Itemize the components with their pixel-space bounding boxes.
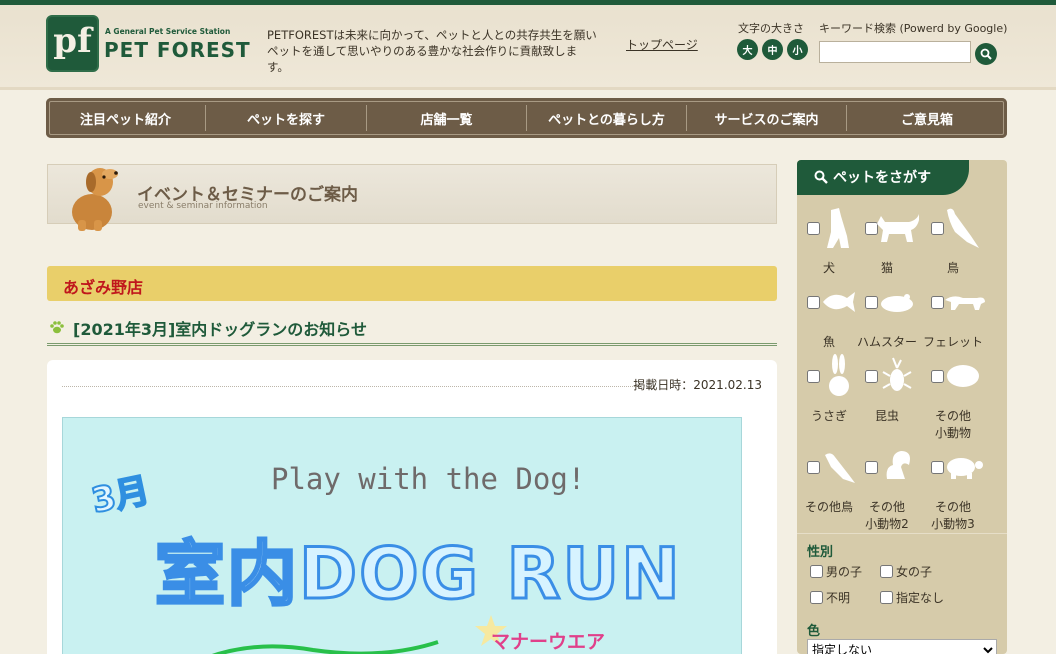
pet-option-rabbit: うさぎ bbox=[797, 350, 861, 430]
dotted-divider bbox=[62, 386, 637, 387]
pet-option-insect: 昆虫 bbox=[855, 350, 919, 430]
ferret-icon bbox=[945, 296, 985, 310]
sidebar-header: ペットをさがす bbox=[797, 160, 969, 195]
flyer-manner-text: マナーウエア bbox=[491, 631, 606, 653]
site-logo[interactable]: pf A General Pet Service Station PET FOR… bbox=[46, 15, 250, 72]
flyer-play-text: Play with the Dog! bbox=[271, 462, 586, 496]
gender-option-unknown[interactable]: 不明 bbox=[810, 589, 850, 606]
fish-icon bbox=[823, 292, 855, 312]
nav-find-pets[interactable]: ペットを探す bbox=[206, 105, 367, 131]
gender-label-male: 男の子 bbox=[826, 565, 863, 579]
pet-option-cat: 猫 bbox=[855, 202, 919, 282]
gender-checkbox-any[interactable] bbox=[880, 591, 893, 604]
dog-illustration bbox=[72, 168, 118, 231]
pet-option-fish: 魚 bbox=[797, 276, 861, 356]
gender-option-any[interactable]: 指定なし bbox=[880, 589, 944, 606]
small-animal-icon bbox=[947, 365, 979, 387]
turtle-icon bbox=[947, 458, 983, 479]
flyer-month: 3月 bbox=[87, 469, 154, 522]
gender-option-female[interactable]: 女の子 bbox=[880, 563, 932, 580]
global-nav: 注目ペット紹介 ペットを探す 店舗一覧 ペットとの暮らし方 サービスのご案内 ご… bbox=[46, 98, 1007, 138]
pet-search-sidebar: ペットをさがす 犬 猫 鳥 魚 ハムスター フェレット うさぎ 昆虫 その他 小… bbox=[797, 160, 1007, 654]
pet-option-other-bird: その他鳥 bbox=[797, 441, 861, 521]
cat-icon bbox=[877, 214, 919, 242]
pet-option-small-animal-2: その他 小動物2 bbox=[855, 441, 919, 531]
pet-label-small-animal-2: その他 小動物2 bbox=[865, 500, 909, 531]
top-page-link[interactable]: トップページ bbox=[626, 36, 698, 53]
pet-option-ferret: フェレット bbox=[921, 276, 985, 356]
pet-label-other-bird: その他鳥 bbox=[804, 500, 853, 514]
bird-icon bbox=[947, 208, 979, 248]
pet-option-hamster: ハムスター bbox=[855, 276, 919, 356]
nav-store-list[interactable]: 店舗一覧 bbox=[367, 105, 527, 131]
gender-label-any: 指定なし bbox=[896, 591, 945, 605]
pet-label-ferret: フェレット bbox=[922, 335, 983, 349]
dog-icon bbox=[827, 208, 849, 248]
sidebar-title: ペットをさがす bbox=[833, 170, 931, 186]
keyword-search-label: キーワード検索 (Powerd by Google) bbox=[819, 22, 1008, 35]
pet-label-small-animal: その他 小動物 bbox=[934, 409, 971, 440]
event-banner: イベント＆セミナーのご案内 event & seminar informatio… bbox=[47, 164, 777, 231]
pet-label-insect: 昆虫 bbox=[874, 409, 899, 423]
search-icon bbox=[980, 48, 992, 60]
store-name: あざみ野店 bbox=[63, 278, 144, 297]
gender-label-unknown: 不明 bbox=[826, 591, 851, 605]
color-select[interactable]: 指定しない bbox=[807, 639, 997, 654]
pet-option-dog: 犬 bbox=[797, 202, 861, 282]
logo-name: PET FOREST bbox=[104, 38, 251, 62]
site-tagline: PETFORESTは未来に向かって、ペットと人との共存共生を願いペットを通して思… bbox=[267, 28, 597, 74]
color-title: 色 bbox=[807, 624, 821, 639]
paw-icon bbox=[50, 321, 64, 334]
flyer-main-title: 室内DOG RUN bbox=[154, 532, 682, 617]
site-header: pf A General Pet Service Station PET FOR… bbox=[0, 5, 1056, 90]
gender-section: 性別 男の子 女の子 不明 指定なし bbox=[797, 533, 1007, 617]
font-size-medium-button[interactable]: 中 bbox=[762, 39, 783, 60]
banner-subtitle: event & seminar information bbox=[138, 201, 268, 211]
beetle-icon bbox=[882, 357, 912, 391]
logo-mark: pf bbox=[46, 15, 99, 72]
pet-label-dog: 犬 bbox=[822, 261, 835, 275]
keyword-search-input[interactable] bbox=[819, 41, 971, 63]
logo-tagline: A General Pet Service Station bbox=[105, 27, 231, 36]
font-size-small-button[interactable]: 小 bbox=[787, 39, 808, 60]
post-title: [2021年3月]室内ドッグランのお知らせ bbox=[73, 320, 367, 339]
pet-option-small-animal-3: その他 小動物3 bbox=[921, 441, 985, 531]
font-size-large-button[interactable]: 大 bbox=[737, 39, 758, 60]
gender-checkbox-unknown[interactable] bbox=[810, 591, 823, 604]
magnifier-icon bbox=[814, 170, 828, 184]
nav-living-with-pets[interactable]: ペットとの暮らし方 bbox=[527, 105, 687, 131]
pet-label-rabbit: うさぎ bbox=[810, 409, 847, 423]
font-size-buttons: 大 中 小 bbox=[737, 39, 808, 60]
post-heading: [2021年3月]室内ドッグランのお知らせ bbox=[47, 316, 777, 346]
pet-label-small-animal-3: その他 小動物3 bbox=[931, 500, 975, 531]
pet-option-bird: 鳥 bbox=[921, 202, 985, 282]
gender-option-male[interactable]: 男の子 bbox=[810, 563, 862, 580]
other-bird-icon bbox=[825, 453, 855, 483]
hamster-icon bbox=[881, 294, 913, 312]
flyer-decoration bbox=[211, 640, 439, 654]
event-flyer-image: Play with the Dog! 3月 室内DOG RUN マナーウエア bbox=[62, 417, 742, 654]
gender-checkbox-male[interactable] bbox=[810, 565, 823, 578]
rabbit-icon bbox=[829, 354, 849, 396]
post-date: 掲載日時：2021.02.13 bbox=[633, 378, 762, 392]
squirrel-icon bbox=[886, 451, 910, 479]
pet-label-fish: 魚 bbox=[822, 335, 835, 349]
nav-featured-pets[interactable]: 注目ペット紹介 bbox=[46, 105, 206, 131]
gender-title: 性別 bbox=[807, 545, 834, 560]
font-size-label: 文字の大きさ bbox=[738, 22, 804, 35]
pet-label-bird: 鳥 bbox=[946, 261, 959, 275]
search-button[interactable] bbox=[975, 43, 997, 65]
nav-feedback[interactable]: ご意見箱 bbox=[847, 105, 1007, 131]
nav-services[interactable]: サービスのご案内 bbox=[687, 105, 847, 131]
pet-label-cat: 猫 bbox=[880, 261, 893, 275]
gender-checkbox-female[interactable] bbox=[880, 565, 893, 578]
pet-option-small-animal: その他 小動物 bbox=[921, 350, 985, 440]
post-card: 掲載日時：2021.02.13 Play with the Dog! 3月 室内… bbox=[47, 360, 777, 654]
pet-label-hamster: ハムスター bbox=[856, 335, 917, 349]
gender-label-female: 女の子 bbox=[896, 565, 933, 579]
logo-mark-text: pf bbox=[53, 21, 92, 61]
store-heading: あざみ野店 bbox=[47, 266, 777, 301]
